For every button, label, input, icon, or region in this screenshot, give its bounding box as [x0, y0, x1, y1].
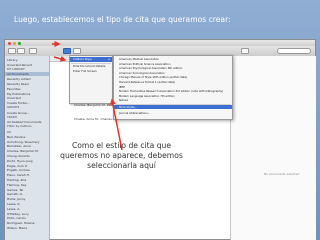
citation-style-option[interactable]: American Political Science Association [114, 62, 232, 66]
sidebar-item[interactable]: Pinto, Carlos [7, 216, 26, 220]
sidebar-item[interactable]: Charles, Benjamin M. [7, 149, 39, 153]
callout-line-2: queremos no aparece, debemos [60, 151, 183, 160]
context-menu-item-label: Citation Style [73, 57, 92, 61]
callout-text: Como el estilo de cita que queremos no a… [60, 141, 183, 171]
documents-button[interactable] [8, 48, 16, 54]
close-window-button[interactable] [8, 41, 11, 45]
sidebar-item[interactable]: Rodriguez, Helena [7, 221, 34, 225]
sidebar-section-header: Filter by Authors [7, 125, 32, 129]
sidebar-item[interactable]: Library [7, 58, 18, 62]
context-menu-item-label: Enter Full Screen [73, 69, 97, 73]
share-button[interactable] [73, 48, 81, 54]
search-input[interactable] [277, 48, 311, 54]
callout-line-3: seleccionarla aquí [87, 161, 156, 170]
citation-style-option[interactable]: Journal Abbreviations... [114, 111, 232, 115]
menu-separator [71, 62, 111, 64]
context-menu-item-label: Hide Document Details [73, 64, 106, 68]
sidebar-item[interactable]: Lewis, A. [7, 207, 20, 211]
context-menu: Citation Style ▸ Hide Document Details Ente… [69, 55, 113, 104]
sidebar-item[interactable]: Garrett, G. [7, 192, 23, 196]
sidebar: Library Unsorted Recent MY LIBRARY All Docu… [5, 56, 50, 240]
sidebar-item[interactable]: Engelli, Andrea [7, 168, 30, 172]
context-menu-item[interactable]: Citation Style ▸ [70, 57, 112, 62]
sidebar-item[interactable]: Fielding, Zoë [7, 178, 26, 182]
sidebar-item[interactable]: Barnstein, Anne [7, 144, 31, 148]
sidebar-item[interactable]: Elson, Sarah H. [7, 173, 30, 177]
sidebar-item[interactable]: Unsorted Recent [7, 63, 32, 67]
sidebar-item[interactable]: All Deleted Documents [7, 120, 42, 124]
sidebar-section-header: MY LIBRARY [7, 67, 25, 71]
sidebar-item[interactable]: Cheng, Ricardo [7, 154, 30, 158]
sidebar-item[interactable]: Gaines, Tal [7, 188, 23, 192]
citation-style-option[interactable]: American Sociological Association [114, 71, 232, 75]
citation-style-option[interactable]: Modern Language Association 7th edition [114, 94, 232, 98]
slide-title: Luego, establecemos el tipo de cita que … [14, 15, 231, 24]
details-empty-text: No documents selected [264, 172, 300, 176]
callout-line-1: Como el estilo de cita que [71, 141, 172, 150]
minimize-window-button[interactable] [13, 41, 16, 45]
context-menu-item[interactable]: Enter Full Screen [70, 69, 112, 74]
citation-style-option[interactable]: More Styles... [114, 105, 232, 109]
submenu-arrow-icon: ▸ [108, 57, 110, 61]
citation-style-option[interactable]: Harvard Reference format 1 (author-date) [114, 80, 232, 84]
sidebar-item[interactable]: Fleming, Kay [7, 183, 26, 187]
sidebar-item[interactable]: Dodd, Hyun-Jung [7, 159, 33, 163]
sidebar-item[interactable]: Armstrong, Rosemary [7, 140, 40, 144]
citation-style-menu: American Medical Association American Pol… [113, 55, 233, 120]
sidebar-item[interactable]: My Publications [7, 92, 30, 96]
sidebar-item[interactable]: All [7, 130, 11, 134]
citation-style-option[interactable]: Chicago Manual of Style 16th edition (au… [114, 75, 232, 79]
sidebar-item[interactable]: All Documents [5, 72, 49, 77]
reference-row[interactable]: Chaste, Anna M.; Charles... [74, 117, 115, 121]
sidebar-item[interactable]: Recently Read [7, 82, 28, 86]
zoom-window-button[interactable] [18, 41, 21, 45]
citation-style-option[interactable]: American Psychological Association 6th e… [114, 66, 232, 70]
view-options-button[interactable] [63, 48, 71, 54]
sidebar-item[interactable]: Bell, Pauline [7, 135, 25, 139]
citation-style-option[interactable]: Modern Humanities Research Association 3… [114, 89, 232, 93]
sidebar-item[interactable]: Leslie, K. [7, 202, 20, 206]
citation-style-option[interactable]: American Medical Association [114, 57, 232, 61]
edit-button[interactable] [29, 48, 37, 54]
sidebar-item[interactable]: Hollis, Jenny [7, 197, 25, 201]
sidebar-item[interactable]: Wilson, Maria [7, 226, 27, 230]
menu-separator [115, 103, 231, 105]
sync-button[interactable] [241, 48, 249, 54]
citation-style-option[interactable]: IEEE [114, 85, 232, 89]
sidebar-item[interactable]: O'Malley, Lucy [7, 212, 29, 216]
details-panel [230, 56, 316, 240]
sidebar-item[interactable]: Eagle, Aron P. [7, 164, 27, 168]
sidebar-section-header: TRASH [7, 115, 17, 119]
sidebar-section-header: GROUPS [7, 106, 20, 109]
sidebar-item[interactable]: Favorites [7, 87, 21, 91]
sidebar-item[interactable]: Unsorted [7, 96, 21, 100]
citation-style-option[interactable]: Nature [114, 98, 232, 102]
sidebar-item[interactable]: Create Folder... [7, 101, 30, 105]
folders-button[interactable] [17, 48, 25, 54]
sidebar-item[interactable]: Create Group... [7, 111, 30, 115]
sidebar-item[interactable]: Recently Added [7, 77, 31, 81]
